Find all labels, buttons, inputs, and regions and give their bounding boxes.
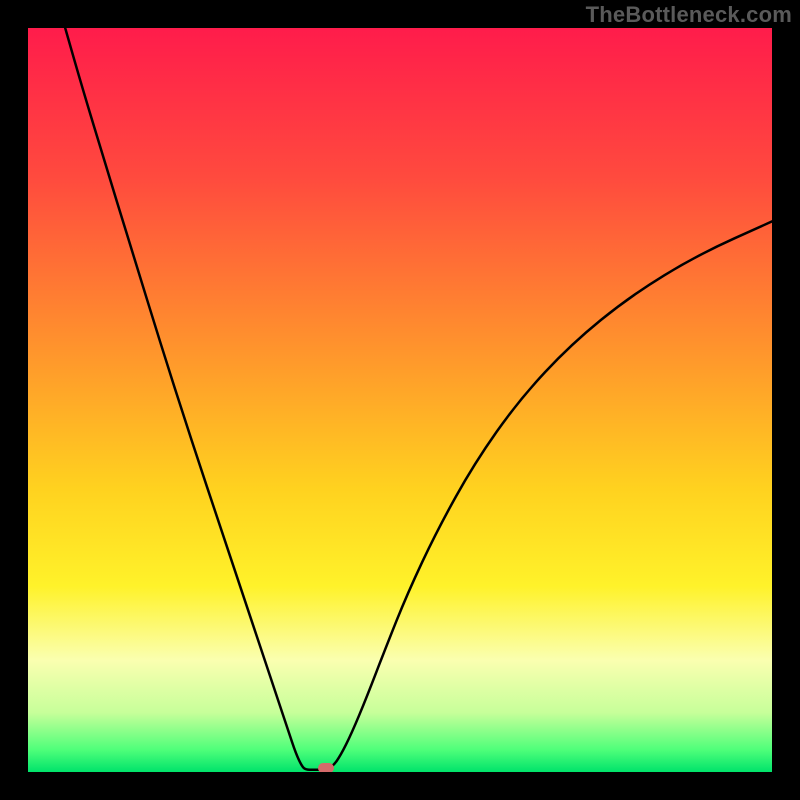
curve-layer	[28, 28, 772, 772]
bottleneck-curve	[65, 28, 772, 770]
attribution-text: TheBottleneck.com	[586, 2, 792, 28]
chart-frame: TheBottleneck.com	[0, 0, 800, 800]
plot-area	[28, 28, 772, 772]
optimal-point-marker	[318, 763, 334, 772]
